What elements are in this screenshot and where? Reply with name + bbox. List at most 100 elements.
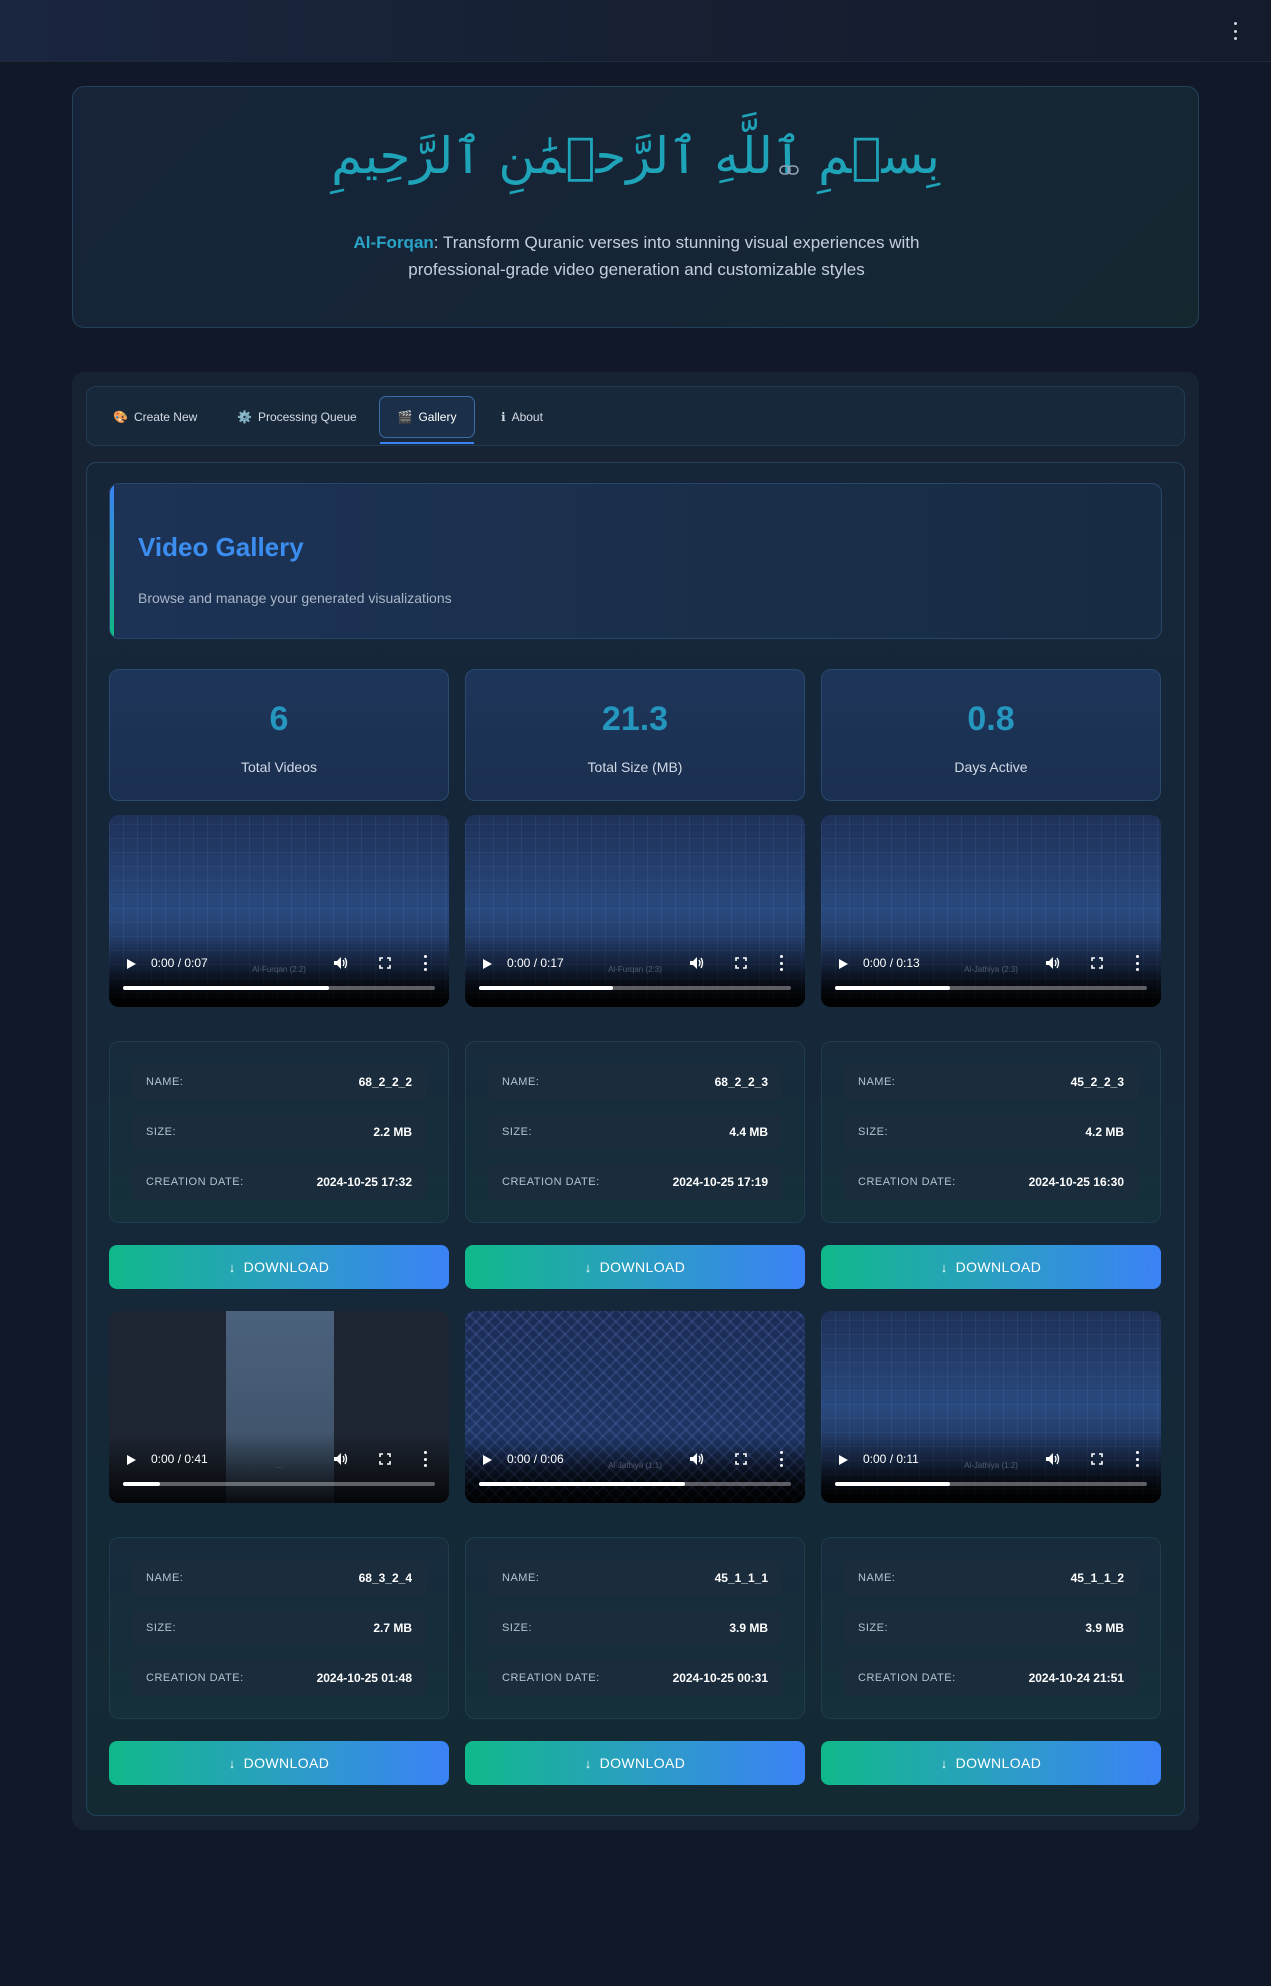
video-player[interactable]: ... 0:00 / 0:41 <box>109 1311 449 1503</box>
video-metadata-card: NAME: 45_1_1_2 SIZE: 3.9 MB CREATION DATE:… <box>821 1537 1161 1719</box>
tab-gallery[interactable]: 🎬 Gallery <box>379 396 475 444</box>
video-menu-icon[interactable] <box>1135 955 1139 971</box>
gear-icon: ⚙️ <box>237 410 252 424</box>
stat-label: Total Size (MB) <box>587 759 683 775</box>
progress-track[interactable] <box>835 1482 1147 1486</box>
main-container: 🎨 Create New ⚙️ Processing Queue 🎬 Galle… <box>72 372 1199 1830</box>
meta-key: CREATION DATE: <box>502 1176 600 1188</box>
volume-icon[interactable] <box>689 956 705 970</box>
progress-fill <box>123 1482 161 1486</box>
video-metadata-card: NAME: 68_2_2_3 SIZE: 4.4 MB CREATION DATE:… <box>465 1041 805 1223</box>
meta-value: 2.7 MB <box>373 1621 412 1635</box>
top-bar <box>0 0 1271 62</box>
gallery-title: Video Gallery <box>138 532 304 562</box>
fullscreen-icon[interactable] <box>379 957 391 969</box>
download-button[interactable]: ↓ DOWNLOAD <box>465 1245 805 1289</box>
download-arrow-icon: ↓ <box>584 1755 592 1771</box>
volume-icon[interactable] <box>1045 1452 1061 1466</box>
basmala-heading: بِسۡمِ ٱللَّهِ ٱلرَّحۡمَٰنِ ٱلرَّحِيمِ <box>331 127 940 185</box>
video-time: 0:00 / 0:11 <box>863 1452 919 1466</box>
stat-value: 21.3 <box>601 700 669 738</box>
meta-key: NAME: <box>502 1076 540 1088</box>
progress-track[interactable] <box>123 1482 435 1486</box>
video-menu-icon[interactable] <box>423 955 427 971</box>
more-options-icon[interactable] <box>1227 22 1243 40</box>
meta-key: CREATION DATE: <box>858 1176 956 1188</box>
play-icon[interactable] <box>481 1454 493 1466</box>
video-player[interactable]: Al-Jathiya (1:2) 0:00 / 0:11 <box>821 1311 1161 1503</box>
video-menu-icon[interactable] <box>1135 1451 1139 1467</box>
clapperboard-icon: 🎬 <box>397 410 413 424</box>
play-icon[interactable] <box>837 1454 849 1466</box>
meta-value: 3.9 MB <box>729 1621 768 1635</box>
fullscreen-icon[interactable] <box>1091 1453 1103 1465</box>
meta-value: 2024-10-25 17:19 <box>672 1175 768 1189</box>
video-time: 0:00 / 0:07 <box>151 956 208 970</box>
volume-icon[interactable] <box>333 956 349 970</box>
tab-create-new[interactable]: 🎨 Create New <box>103 396 207 438</box>
meta-value: 68_2_2_3 <box>714 1075 768 1089</box>
tab-label: Create New <box>133 410 198 424</box>
download-button[interactable]: ↓ DOWNLOAD <box>821 1741 1161 1785</box>
progress-track[interactable] <box>479 1482 791 1486</box>
stat-card-days-active: 0.8 Days Active <box>821 669 1161 801</box>
meta-row-date: CREATION DATE: 2024-10-25 00:31 <box>488 1660 782 1696</box>
meta-key: SIZE: <box>502 1622 533 1634</box>
download-arrow-icon: ↓ <box>940 1755 948 1771</box>
meta-key: NAME: <box>858 1572 896 1584</box>
meta-key: SIZE: <box>146 1126 177 1138</box>
download-button[interactable]: ↓ DOWNLOAD <box>109 1741 449 1785</box>
progress-track[interactable] <box>123 986 435 990</box>
progress-fill <box>479 1482 685 1486</box>
download-label: DOWNLOAD <box>599 1259 686 1275</box>
progress-track[interactable] <box>835 986 1147 990</box>
meta-row-size: SIZE: 3.9 MB <box>844 1610 1138 1646</box>
play-icon[interactable] <box>481 958 493 970</box>
progress-fill <box>835 1482 951 1486</box>
meta-value: 2024-10-25 17:32 <box>316 1175 412 1189</box>
fullscreen-icon[interactable] <box>1091 957 1103 969</box>
video-menu-icon[interactable] <box>423 1451 427 1467</box>
meta-key: SIZE: <box>858 1126 889 1138</box>
link-icon[interactable] <box>779 163 799 177</box>
fullscreen-icon[interactable] <box>735 957 747 969</box>
meta-row-date: CREATION DATE: 2024-10-24 21:51 <box>844 1660 1138 1696</box>
video-menu-icon[interactable] <box>779 955 783 971</box>
video-player[interactable]: Al-Furqan (2:2) 0:00 / 0:07 <box>109 815 449 1007</box>
tab-about[interactable]: ℹ About <box>491 396 553 438</box>
download-button[interactable]: ↓ DOWNLOAD <box>109 1245 449 1289</box>
meta-key: CREATION DATE: <box>502 1672 600 1684</box>
meta-key: NAME: <box>146 1076 184 1088</box>
fullscreen-icon[interactable] <box>735 1453 747 1465</box>
tab-label: Gallery <box>418 410 457 424</box>
meta-row-name: NAME: 45_1_1_1 <box>488 1560 782 1596</box>
tab-processing-queue[interactable]: ⚙️ Processing Queue <box>227 396 367 438</box>
download-label: DOWNLOAD <box>243 1259 330 1275</box>
progress-fill <box>835 986 951 990</box>
video-player[interactable]: Al-Furqan (2:3) 0:00 / 0:17 <box>465 815 805 1007</box>
video-player[interactable]: Al-Jathiya (1:1) 0:00 / 0:06 <box>465 1311 805 1503</box>
volume-icon[interactable] <box>689 1452 705 1466</box>
fullscreen-icon[interactable] <box>379 1453 391 1465</box>
video-player[interactable]: Al-Jathiya (2:3) 0:00 / 0:13 <box>821 815 1161 1007</box>
video-time: 0:00 / 0:17 <box>507 956 564 970</box>
download-button[interactable]: ↓ DOWNLOAD <box>465 1741 805 1785</box>
play-icon[interactable] <box>125 1454 137 1466</box>
info-icon: ℹ <box>501 410 506 424</box>
play-icon[interactable] <box>837 958 849 970</box>
meta-row-date: CREATION DATE: 2024-10-25 01:48 <box>132 1660 426 1696</box>
volume-icon[interactable] <box>1045 956 1061 970</box>
meta-value: 3.9 MB <box>1085 1621 1124 1635</box>
gallery-panel: Video Gallery Browse and manage your gen… <box>86 462 1185 1816</box>
video-metadata-card: NAME: 45_1_1_1 SIZE: 3.9 MB CREATION DATE:… <box>465 1537 805 1719</box>
volume-icon[interactable] <box>333 1452 349 1466</box>
progress-track[interactable] <box>479 986 791 990</box>
meta-value: 4.4 MB <box>729 1125 768 1139</box>
meta-row-date: CREATION DATE: 2024-10-25 17:32 <box>132 1164 426 1200</box>
play-icon[interactable] <box>125 958 137 970</box>
brand-name: Al-Forqan <box>353 233 434 252</box>
download-button[interactable]: ↓ DOWNLOAD <box>821 1245 1161 1289</box>
tab-bar: 🎨 Create New ⚙️ Processing Queue 🎬 Galle… <box>86 386 1185 446</box>
video-menu-icon[interactable] <box>779 1451 783 1467</box>
meta-key: NAME: <box>858 1076 896 1088</box>
